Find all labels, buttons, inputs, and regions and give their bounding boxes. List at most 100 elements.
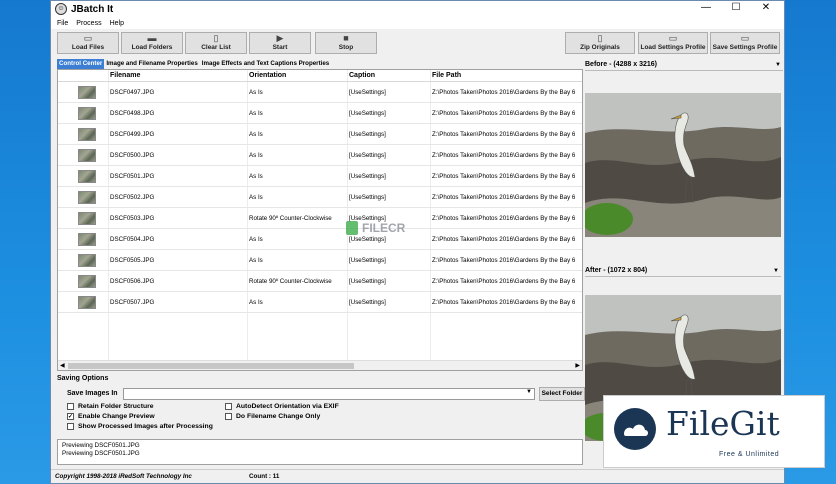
status-bar: Copyright 1998-2018 iRedSoft Technology …	[51, 469, 784, 483]
thumbnail-image	[78, 275, 96, 288]
cell-orientation: As Is	[249, 131, 263, 138]
chevron-down-icon[interactable]: ▼	[775, 59, 781, 71]
table-row[interactable]: DSCF0501.JPG As Is [UseSettings] Z:\Photos …	[58, 166, 582, 187]
log-line: Previewing DSCF0501.JPG	[62, 442, 140, 449]
cell-file-path: Z:\Photos Taken\Photos 2016\Gardens By t…	[432, 299, 576, 306]
filecr-watermark: FILECR	[346, 221, 405, 235]
column-header-caption[interactable]: Caption	[349, 72, 375, 79]
cell-filename: DSCF0506.JPG	[110, 278, 155, 285]
scroll-left-icon[interactable]: ◀	[60, 362, 65, 369]
image-icon: ▭	[83, 33, 93, 43]
tab-image-filename-properties[interactable]: Image and Filename Properties	[104, 59, 199, 69]
folder-icon: ▬	[147, 33, 157, 43]
show-processed-images-checkbox[interactable]: Show Processed Images after Processing	[67, 423, 213, 430]
cell-filename: DSCF0507.JPG	[110, 299, 155, 306]
checkbox-box	[225, 413, 232, 420]
load-settings-profile-button[interactable]: ▭ Load Settings Profile	[638, 32, 708, 54]
maximize-icon[interactable]: ☐	[721, 1, 751, 17]
chevron-down-icon[interactable]: ▼	[526, 389, 532, 395]
stop-icon: ■	[343, 33, 349, 43]
thumbnail-image	[78, 296, 96, 309]
cell-caption: [UseSettings]	[349, 236, 386, 243]
table-row[interactable]: DSCF0499.JPG As Is [UseSettings] Z:\Photos …	[58, 124, 582, 145]
cell-file-path: Z:\Photos Taken\Photos 2016\Gardens By t…	[432, 257, 576, 264]
after-header[interactable]: After - (1072 x 804) ▼	[585, 265, 781, 277]
filename-change-only-checkbox[interactable]: Do Filename Change Only	[225, 413, 320, 420]
log-box[interactable]: Previewing DSCF0501.JPG Previewing DSCF0…	[57, 439, 583, 465]
copyright-text: Copyright 1998-2018 iRedSoft Technology …	[55, 473, 192, 480]
checkbox-box	[67, 403, 74, 410]
column-header-file-path[interactable]: File Path	[432, 72, 461, 79]
cell-orientation: As Is	[249, 173, 263, 180]
thumbnail-image	[78, 191, 96, 204]
stop-button[interactable]: ■ Stop	[315, 32, 377, 54]
file-grid: Filename Orientation Caption File Path D…	[57, 69, 583, 371]
cell-caption: [UseSettings]	[349, 278, 386, 285]
table-row[interactable]: DSCF0507.JPG As Is [UseSettings] Z:\Photos …	[58, 292, 582, 313]
tab-control-center[interactable]: Control Center	[57, 59, 105, 69]
cell-orientation: As Is	[249, 194, 263, 201]
zip-originals-button[interactable]: ▯ Zip Originals	[565, 32, 635, 54]
scroll-right-icon[interactable]: ▶	[575, 362, 580, 369]
cell-caption: [UseSettings]	[349, 131, 386, 138]
scrollbar-thumb[interactable]	[68, 363, 354, 369]
start-button[interactable]: ▶ Start	[249, 32, 311, 54]
app-icon: ☺	[55, 3, 67, 15]
menu-process[interactable]: Process	[76, 20, 101, 27]
save-icon: ▭	[740, 33, 750, 43]
clear-list-button[interactable]: ▯ Clear List	[185, 32, 247, 54]
autodetect-orientation-checkbox[interactable]: AutoDetect Orientation via EXIF	[225, 403, 339, 410]
cell-orientation: Rotate 90º Counter-Clockwise	[249, 215, 332, 222]
load-files-button[interactable]: ▭ Load Files	[57, 32, 119, 54]
cell-file-path: Z:\Photos Taken\Photos 2016\Gardens By t…	[432, 110, 576, 117]
enable-change-preview-checkbox[interactable]: ✓ Enable Change Preview	[67, 413, 155, 420]
menu-file[interactable]: File	[57, 20, 68, 27]
table-row[interactable]: DSCF0502.JPG As Is [UseSettings] Z:\Photos …	[58, 187, 582, 208]
cell-caption: [UseSettings]	[349, 173, 386, 180]
select-folder-button[interactable]: Select Folder	[539, 387, 585, 401]
zip-icon: ▯	[597, 33, 603, 43]
horizontal-scrollbar[interactable]: ◀ ▶	[58, 360, 582, 370]
before-header[interactable]: Before - (4288 x 3216) ▼	[585, 59, 783, 71]
cell-filename: DSCF0505.JPG	[110, 257, 155, 264]
cell-caption: [UseSettings]	[349, 194, 386, 201]
log-line: Previewing DSCF0501.JPG	[62, 450, 140, 457]
title-bar: ☺ JBatch It — ☐ ✕	[51, 1, 784, 17]
cell-filename: DSCF0504.JPG	[110, 236, 155, 243]
load-folders-button[interactable]: ▬ Load Folders	[121, 32, 183, 54]
open-icon: ▭	[668, 33, 678, 43]
thumbnail-image	[78, 86, 96, 99]
cell-filename: DSCF0500.JPG	[110, 152, 155, 159]
checkbox-box	[67, 423, 74, 430]
table-row[interactable]: DSCF0503.JPG Rotate 90º Counter-Clockwise…	[58, 208, 582, 229]
table-row[interactable]: DSCF0504.JPG As Is [UseSettings] Z:\Photos …	[58, 229, 582, 250]
save-folder-combo[interactable]: ▼	[123, 388, 535, 400]
column-header-filename[interactable]: Filename	[110, 72, 140, 79]
close-icon[interactable]: ✕	[751, 1, 781, 17]
cell-orientation: As Is	[249, 257, 263, 264]
cell-filename: DSCF0498.JPG	[110, 110, 155, 117]
table-row[interactable]: DSCF0500.JPG As Is [UseSettings] Z:\Photos …	[58, 145, 582, 166]
cell-orientation: As Is	[249, 89, 263, 96]
table-row[interactable]: DSCF0506.JPG Rotate 90º Counter-Clockwise…	[58, 271, 582, 292]
retain-folder-structure-checkbox[interactable]: Retain Folder Structure	[67, 403, 154, 410]
cell-file-path: Z:\Photos Taken\Photos 2016\Gardens By t…	[432, 152, 576, 159]
saving-options-header: Saving Options	[57, 375, 109, 382]
table-row[interactable]: DSCF0498.JPG As Is [UseSettings] Z:\Photos …	[58, 103, 582, 124]
chevron-down-icon[interactable]: ▼	[773, 265, 779, 277]
cell-caption: [UseSettings]	[349, 89, 386, 96]
cell-caption: [UseSettings]	[349, 110, 386, 117]
cell-file-path: Z:\Photos Taken\Photos 2016\Gardens By t…	[432, 215, 576, 222]
cell-file-path: Z:\Photos Taken\Photos 2016\Gardens By t…	[432, 194, 576, 201]
table-row[interactable]: DSCF0505.JPG As Is [UseSettings] Z:\Photos …	[58, 250, 582, 271]
thumbnail-image	[78, 254, 96, 267]
minimize-icon[interactable]: —	[691, 1, 721, 17]
cell-caption: [UseSettings]	[349, 299, 386, 306]
table-row[interactable]: DSCF0497.JPG As Is [UseSettings] Z:\Photos …	[58, 82, 582, 103]
save-settings-profile-button[interactable]: ▭ Save Settings Profile	[710, 32, 780, 54]
menu-help[interactable]: Help	[110, 20, 124, 27]
tab-image-effects-captions[interactable]: Image Effects and Text Captions Properti…	[200, 59, 331, 69]
cell-filename: DSCF0503.JPG	[110, 215, 155, 222]
column-header-orientation[interactable]: Orientation	[249, 72, 286, 79]
before-preview-image	[585, 93, 781, 237]
